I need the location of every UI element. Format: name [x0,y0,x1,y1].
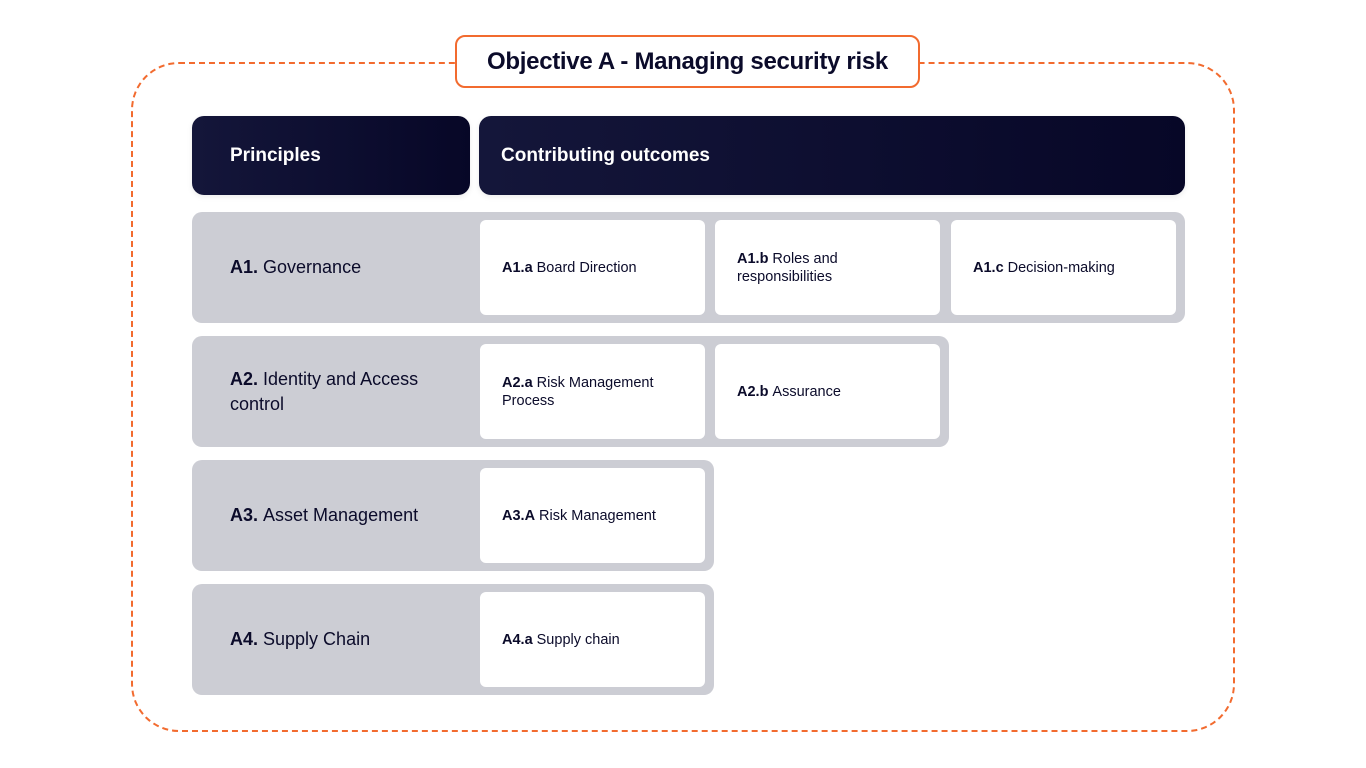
outcome-card-a1a: A1.a Board Direction [480,220,705,315]
outcome-name: Decision-making [1007,259,1115,276]
outcomes-header: Contributing outcomes [479,116,1185,195]
outcome-code: A1.c [973,259,1004,276]
outcome-card-a2b: A2.b Assurance [715,344,940,439]
principle-label: A1. Governance [230,212,470,323]
principles-header: Principles [192,116,470,195]
outcome-name: Risk Management [539,507,656,524]
principle-name: Governance [263,257,362,277]
outcome-card-a1b: A1.b Roles and responsibilities [715,220,940,315]
outcome-card-a3a: A3.A Risk Management [480,468,705,563]
outcome-code: A3.A [502,507,536,524]
outcome-card-a2a: A2.a Risk Management Process [480,344,705,439]
outcome-code: A1.b [737,250,769,267]
principle-code: A3. [230,505,259,525]
objective-title: Objective A - Managing security risk [455,35,920,88]
principle-row-a1: A1. Governance A1.a Board Direction A1.b Ro… [192,212,1185,323]
principle-row-a4: A4. Supply Chain A4.a Supply chain [192,584,714,695]
principles-header-label: Principles [230,144,321,166]
outcome-name: Supply chain [536,631,620,648]
principle-label: A2. Identity and Access control [230,336,470,447]
outcome-card-a4a: A4.a Supply chain [480,592,705,687]
principle-name: Asset Management [263,505,419,525]
outcome-card-a1c: A1.c Decision-making [951,220,1176,315]
principle-code: A1. [230,257,259,277]
outcome-code: A2.a [502,374,533,391]
outcomes-header-label: Contributing outcomes [501,144,710,166]
principle-code: A4. [230,629,259,649]
principle-name: Supply Chain [263,629,371,649]
principle-label: A3. Asset Management [230,460,470,571]
outcome-code: A1.a [502,259,533,276]
outcome-name: Board Direction [536,259,637,276]
outcome-code: A2.b [737,383,769,400]
outcome-name: Assurance [772,383,841,400]
outcome-code: A4.a [502,631,533,648]
principle-row-a2: A2. Identity and Access control A2.a Risk … [192,336,949,447]
principle-label: A4. Supply Chain [230,584,470,695]
principle-code: A2. [230,368,259,389]
principle-name: Identity and Access control [230,368,419,414]
principle-row-a3: A3. Asset Management A3.A Risk Management [192,460,714,571]
